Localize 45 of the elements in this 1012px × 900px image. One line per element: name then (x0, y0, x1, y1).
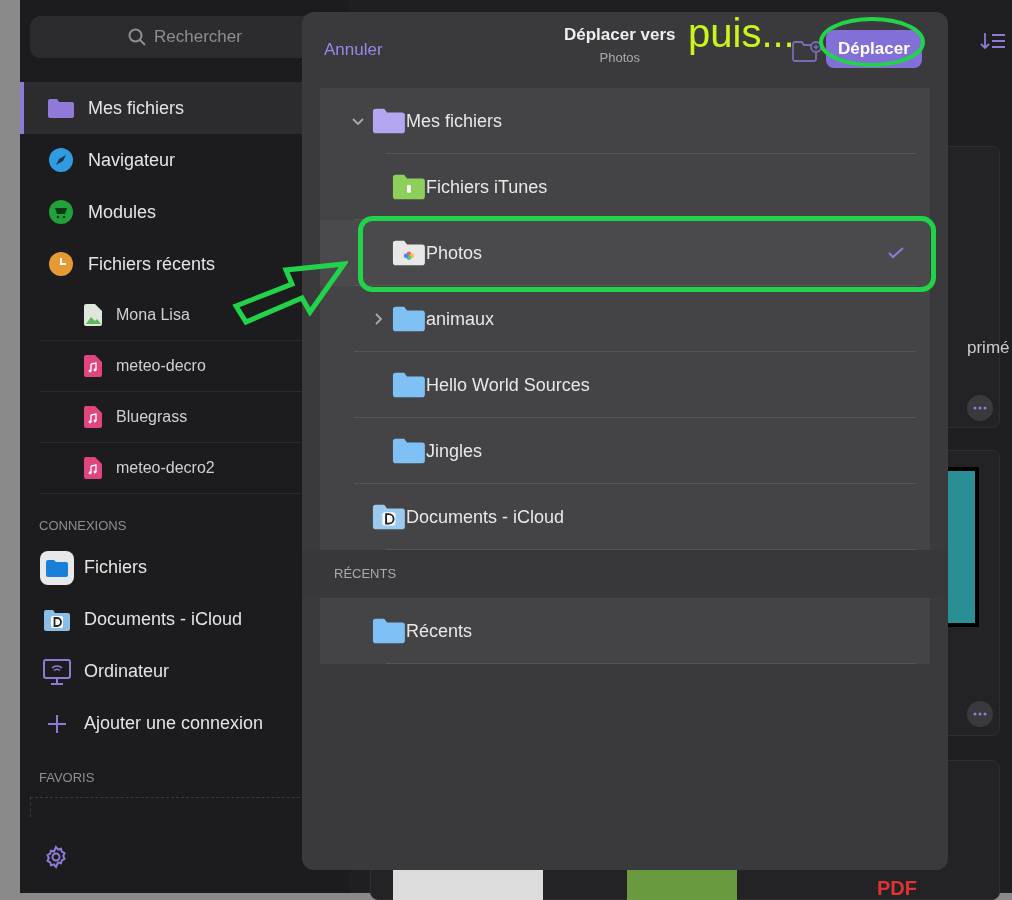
folder-icon (392, 305, 426, 333)
folder-name: Photos (426, 241, 483, 265)
search-icon (128, 28, 146, 46)
pdf-label: PDF (877, 876, 917, 900)
clock-icon (49, 252, 73, 276)
folder-icon (372, 107, 406, 135)
folder-name: Mes fichiers (406, 109, 503, 133)
more-icon[interactable] (967, 701, 993, 727)
folder-name: Fichiers iTunes (426, 175, 548, 199)
audio-file-icon (84, 406, 102, 428)
folder-icon (392, 173, 426, 201)
checkmark-icon (888, 247, 904, 259)
section-heading: CONNEXIONS (38, 517, 128, 535)
folder-row[interactable]: Photos (320, 220, 930, 286)
annotation-text: puis... (688, 10, 795, 57)
compass-icon (49, 148, 73, 172)
folder-name: animaux (426, 307, 495, 331)
sort-icon[interactable] (980, 32, 1006, 50)
new-folder-icon[interactable] (792, 40, 822, 64)
computer-icon (43, 658, 71, 685)
plus-icon (47, 713, 67, 734)
section-heading: FAVORIS (38, 768, 96, 787)
folder-name: Hello World Sources (426, 373, 590, 397)
folder-icon (44, 608, 70, 631)
cart-icon (49, 200, 73, 224)
folder-row[interactable]: Récents (320, 598, 930, 664)
folder-icon (392, 371, 426, 399)
folder-name: Jingles (426, 439, 483, 463)
files-app-icon (40, 550, 74, 585)
connection-item[interactable]: Ajouter une connexion (20, 697, 350, 750)
audio-file-icon (84, 355, 102, 377)
dialog-subtitle: Photos (599, 48, 640, 67)
file-caption: primé (967, 337, 1010, 359)
dialog-title: Déplacer vers (564, 24, 676, 46)
folder-icon (392, 239, 426, 267)
more-icon[interactable] (967, 395, 993, 421)
folder-icon (372, 503, 406, 531)
folder-icon (392, 437, 426, 465)
folder-icon (372, 617, 406, 645)
folder-name: Récents (406, 619, 473, 643)
image-file-icon (84, 304, 102, 326)
folder-icon (48, 98, 74, 118)
folder-name: Documents - iCloud (406, 505, 565, 529)
audio-file-icon (84, 457, 102, 479)
settings-icon[interactable] (44, 845, 68, 869)
